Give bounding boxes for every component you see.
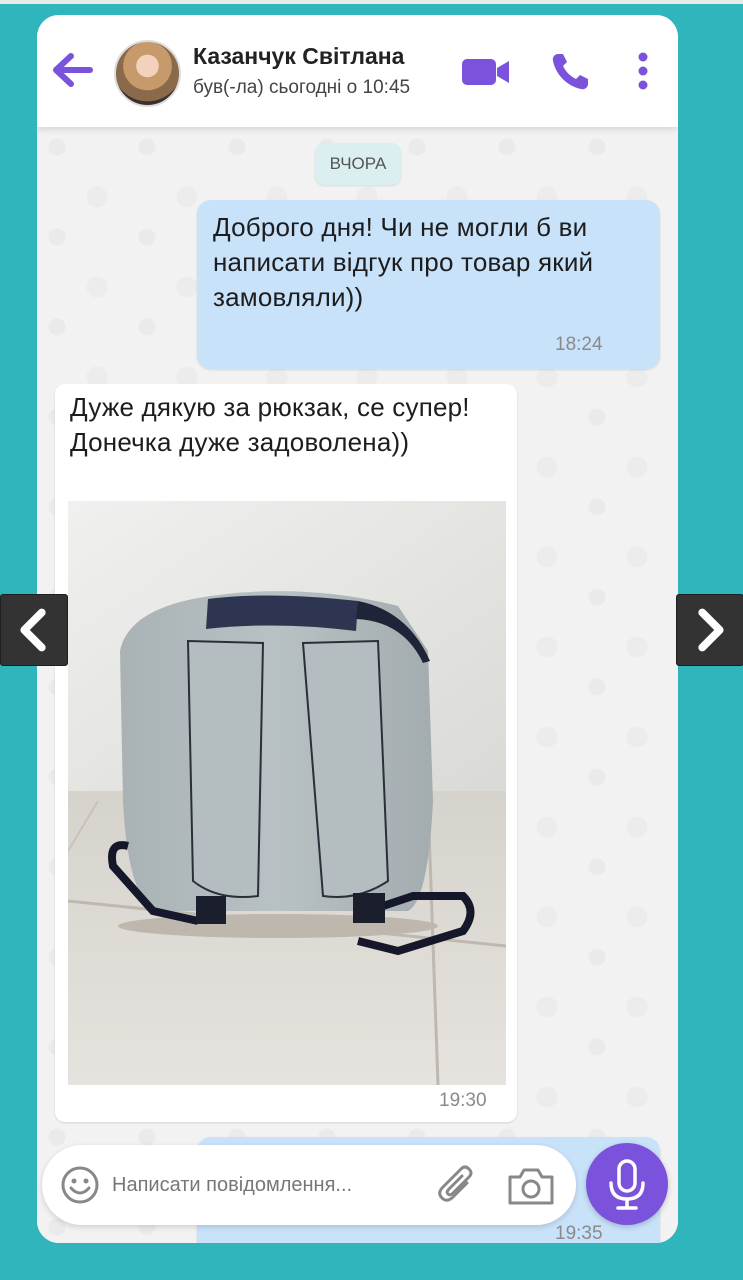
date-divider: ВЧОРА bbox=[315, 143, 401, 185]
chat-screen: Казанчук Світлана був(-ла) сьогодні о 10… bbox=[37, 15, 678, 1243]
message-composer bbox=[42, 1145, 576, 1225]
arrow-left-icon[interactable] bbox=[53, 53, 93, 87]
gallery-prev-button[interactable] bbox=[0, 594, 68, 666]
message-time: 19:35 bbox=[555, 1223, 603, 1243]
chevron-left-icon bbox=[20, 608, 46, 652]
message-photo[interactable] bbox=[68, 501, 506, 1085]
more-vertical-icon[interactable] bbox=[635, 51, 651, 91]
paperclip-icon[interactable] bbox=[437, 1163, 479, 1207]
chat-header: Казанчук Світлана був(-ла) сьогодні о 10… bbox=[37, 15, 678, 127]
chevron-right-icon bbox=[698, 608, 724, 652]
message-text: Доброго дня! Чи не могли б ви написати в… bbox=[213, 212, 594, 312]
phone-icon[interactable] bbox=[549, 51, 591, 93]
message-list[interactable]: ВЧОРА Доброго дня! Чи не могли б ви напи… bbox=[37, 127, 678, 1243]
contact-name[interactable]: Казанчук Світлана bbox=[193, 43, 404, 70]
avatar[interactable] bbox=[114, 40, 181, 107]
top-strip bbox=[0, 0, 743, 4]
video-call-icon[interactable] bbox=[462, 57, 510, 87]
message-time: 18:24 bbox=[555, 334, 603, 355]
contact-status: був(-ла) сьогодні о 10:45 bbox=[193, 77, 411, 98]
message-time: 19:30 bbox=[439, 1090, 487, 1111]
microphone-icon bbox=[609, 1159, 645, 1210]
message-text: Дуже дякую за рюкзак, се супер! Донечка … bbox=[70, 392, 470, 457]
voice-record-button[interactable] bbox=[586, 1143, 668, 1225]
camera-icon[interactable] bbox=[506, 1165, 556, 1207]
emoji-icon[interactable] bbox=[60, 1165, 100, 1205]
message-input[interactable] bbox=[112, 1165, 422, 1205]
message-outgoing[interactable]: Доброго дня! Чи не могли б ви написати в… bbox=[197, 200, 660, 369]
message-incoming[interactable]: Дуже дякую за рюкзак, се супер! Донечка … bbox=[55, 384, 517, 1122]
gallery-next-button[interactable] bbox=[676, 594, 743, 666]
